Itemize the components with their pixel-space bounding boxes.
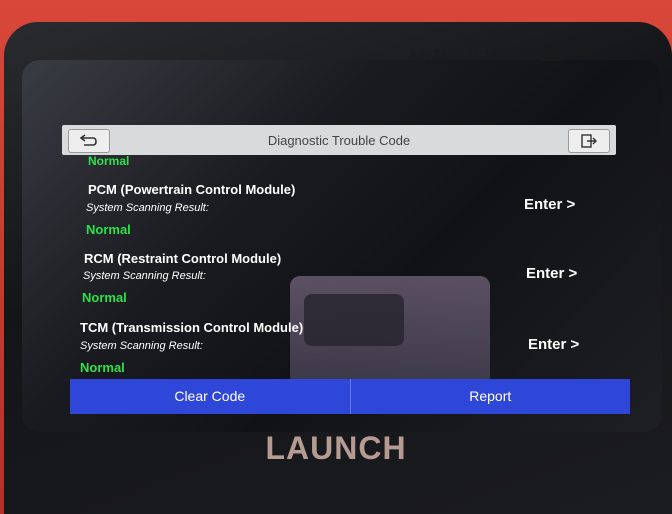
reflection-phone-camera	[304, 294, 404, 346]
battery-fill	[542, 51, 556, 59]
status-bar: Jun 21 11:19 AM 96%	[60, 45, 608, 65]
exit-button[interactable]	[568, 129, 610, 153]
brand-logo: LAUNCH	[265, 430, 407, 466]
battery-icon	[540, 49, 565, 61]
scan-result: Normal	[86, 222, 131, 237]
title-bar: Diagnostic Trouble Code	[62, 125, 616, 155]
scan-result: Normal	[80, 360, 125, 375]
module-name: PCM (Powertrain Control Module)	[88, 182, 296, 197]
clear-code-button[interactable]: Clear Code	[70, 379, 350, 414]
scan-label: System Scanning Result:	[80, 340, 203, 352]
status-time-value: 11:19	[466, 47, 498, 62]
wifi-icon	[518, 48, 534, 61]
battery-percent: 96%	[567, 47, 590, 59]
status-date: Jun 21	[408, 47, 448, 62]
status-ampm: AM	[501, 52, 514, 61]
scan-result: Normal	[82, 290, 127, 305]
status-time: 11:19 AM	[466, 47, 513, 62]
report-button[interactable]: Report	[349, 379, 631, 414]
action-bar: Clear Code Report	[70, 379, 630, 414]
page-title: Diagnostic Trouble Code	[267, 133, 411, 148]
scan-label: System Scanning Result:	[83, 270, 206, 282]
module-name: RCM (Restraint Control Module)	[84, 251, 282, 266]
exit-icon	[581, 134, 597, 148]
module-name: TCM (Transmission Control Module)	[80, 320, 304, 335]
scan-label: System Scanning Result:	[86, 202, 209, 214]
